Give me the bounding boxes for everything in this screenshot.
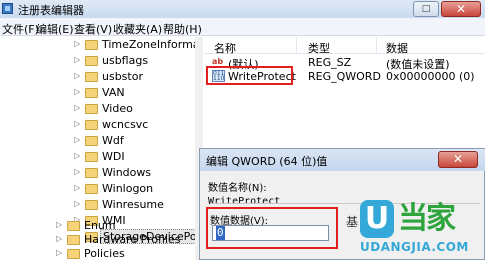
list-header: 名称 类型 数据 (204, 37, 485, 55)
expand-arrow-icon[interactable]: ▷ (74, 167, 80, 176)
window-title: 注册表编辑器 (18, 4, 84, 17)
watermark-u-glyph: U (360, 200, 394, 238)
expand-arrow-icon[interactable]: ▷ (74, 55, 80, 64)
folder-icon (67, 235, 80, 245)
value-data: 0x00000000 (0) (386, 70, 475, 83)
expand-arrow-icon[interactable]: ▷ (56, 248, 62, 257)
watermark-chinese-text: 当家 (398, 201, 456, 236)
menu-view[interactable]: 查看(V) (74, 21, 112, 37)
dialog-titlebar: 编辑 QWORD (64 位)值 ✕ (200, 149, 485, 171)
writeprotect-highlight (206, 66, 293, 85)
expand-arrow-icon[interactable]: ▷ (56, 220, 62, 229)
tree-item-label: Windows (102, 166, 152, 179)
expand-arrow-icon[interactable]: ▷ (74, 151, 80, 160)
watermark-domain: UDANGJIA.COM (360, 240, 469, 254)
expand-arrow-icon[interactable]: ▷ (74, 119, 80, 128)
menu-file[interactable]: 文件(F) (2, 21, 39, 37)
tree-item-label: Video (102, 102, 133, 115)
folder-icon (85, 184, 98, 194)
tree-item-label: WDI (102, 150, 125, 163)
expand-arrow-icon[interactable]: ▷ (74, 71, 80, 80)
tree-item-label: TimeZoneInformatio (102, 38, 203, 51)
regedit-app-icon (2, 3, 13, 14)
expand-arrow-icon[interactable]: ▷ (74, 199, 80, 208)
expand-arrow-icon[interactable]: ▷ (74, 183, 80, 192)
expand-arrow-icon[interactable]: ▷ (74, 103, 80, 112)
tree-item-label: Enum (84, 219, 116, 232)
folder-icon (85, 104, 98, 114)
folder-icon (85, 168, 98, 178)
value-name-field: WriteProtect (208, 196, 281, 207)
tree-item-label: Winlogon (102, 182, 154, 195)
value-name-label: 数值名称(N): (208, 183, 267, 194)
udangjia-watermark-logo: U 当家 UDANGJIA.COM (360, 200, 482, 258)
tree-item-label: Wdf (102, 134, 124, 147)
folder-icon (85, 88, 98, 98)
folder-icon (67, 249, 80, 259)
tree-item-label: Policies (84, 247, 125, 260)
expand-arrow-icon[interactable]: ▷ (74, 39, 80, 48)
dialog-close-button[interactable]: ✕ (438, 151, 478, 168)
window-titlebar: 注册表编辑器 □ ✕ (0, 0, 485, 18)
folder-icon (85, 152, 98, 162)
folder-icon (67, 221, 80, 231)
value-data-highlight (206, 207, 338, 249)
expand-arrow-icon[interactable]: ▷ (56, 234, 62, 243)
radix-label: 基 (346, 215, 359, 229)
maximize-button[interactable]: □ (413, 1, 439, 17)
expand-arrow-icon[interactable]: ▷ (74, 87, 80, 96)
menu-help[interactable]: 帮助(H) (163, 21, 202, 37)
dialog-title: 编辑 QWORD (64 位)值 (206, 155, 328, 168)
tree-item-label: wcncsvc (102, 118, 149, 131)
folder-icon (85, 72, 98, 82)
menu-bar: 文件(F) 编辑(E) 查看(V) 收藏夹(A) 帮助(H) (0, 18, 485, 36)
value-type: REG_QWORD (308, 70, 381, 83)
tree-item-label: usbflags (102, 54, 149, 67)
folder-icon (85, 56, 98, 66)
tree-item-label: usbstor (102, 70, 143, 83)
close-button[interactable]: ✕ (441, 1, 481, 17)
folder-icon (85, 136, 98, 146)
tree-item-label: Winresume (102, 198, 164, 211)
tree-item-label: VAN (102, 86, 125, 99)
column-divider[interactable] (296, 37, 297, 54)
folder-icon (85, 120, 98, 130)
folder-icon (85, 200, 98, 210)
tree-item-label: Hardware Profiles (84, 233, 181, 246)
menu-edit[interactable]: 编辑(E) (36, 21, 74, 37)
expand-arrow-icon[interactable]: ▷ (74, 135, 80, 144)
menu-favorites[interactable]: 收藏夹(A) (113, 21, 162, 37)
column-divider[interactable] (376, 37, 377, 54)
folder-icon (85, 40, 98, 50)
